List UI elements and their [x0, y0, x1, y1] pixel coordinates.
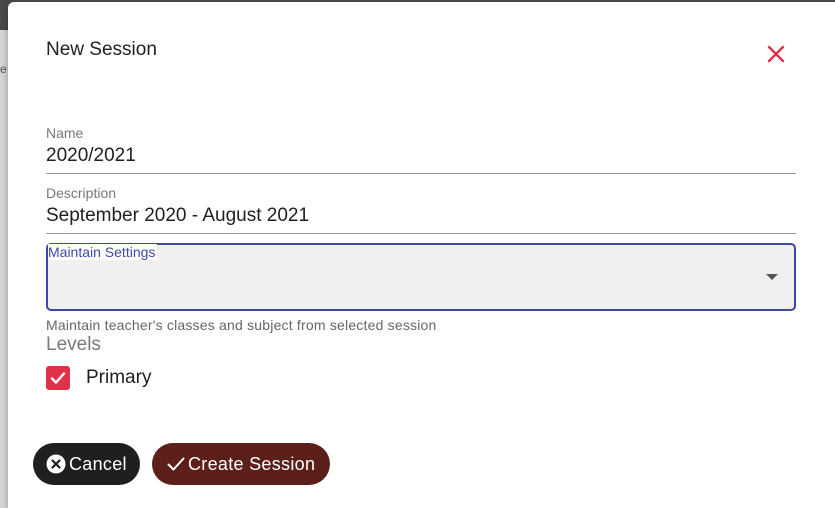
dialog-title: New Session — [46, 39, 157, 60]
checkmark-icon — [50, 372, 66, 384]
maintain-settings-label: Maintain Settings — [48, 244, 158, 260]
background-text-fragment: e — [0, 62, 7, 76]
create-session-button-label: Create Session — [188, 453, 316, 474]
cancel-button-label: Cancel — [69, 453, 127, 474]
name-field[interactable]: Name 2020/2021 — [46, 125, 796, 174]
cancel-circle-icon — [46, 454, 66, 474]
description-field[interactable]: Description September 2020 - August 2021 — [46, 185, 796, 234]
check-icon — [166, 454, 186, 474]
primary-checkbox-label: Primary — [86, 367, 152, 388]
description-label: Description — [46, 185, 117, 201]
primary-checkbox[interactable] — [46, 366, 70, 390]
levels-heading: Levels — [46, 334, 101, 355]
dropdown-arrow-icon[interactable] — [766, 274, 778, 280]
create-session-button[interactable]: Create Session — [152, 443, 330, 485]
close-button[interactable] — [760, 38, 792, 70]
name-label: Name — [46, 125, 84, 141]
new-session-dialog: New Session Name 2020/2021 Description S… — [8, 2, 835, 508]
level-option-primary[interactable]: Primary — [46, 366, 151, 390]
name-input[interactable]: 2020/2021 — [46, 141, 796, 174]
close-icon — [767, 45, 785, 63]
maintain-settings-helper: Maintain teacher's classes and subject f… — [46, 317, 437, 333]
description-input[interactable]: September 2020 - August 2021 — [46, 201, 796, 234]
maintain-settings-select[interactable]: Maintain Settings — [46, 243, 796, 311]
cancel-button[interactable]: Cancel — [33, 443, 140, 485]
